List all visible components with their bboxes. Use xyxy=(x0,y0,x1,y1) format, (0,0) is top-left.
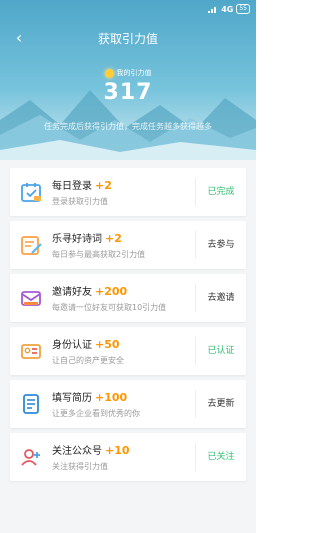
status-bar: 4G 55 xyxy=(0,4,256,16)
network-type: 4G xyxy=(221,4,234,14)
page-title: 获取引力值 xyxy=(97,32,158,46)
task-desc: 让更多企业看到优秀的你 xyxy=(52,409,140,418)
task-name: 身份认证 +50 xyxy=(52,338,120,351)
battery-icon: 55 xyxy=(236,4,250,14)
task-desc: 每邀请一位好友可获取10引力值 xyxy=(52,303,167,312)
task-name: 关注公众号 +10 xyxy=(52,444,130,457)
task-name: 乐寻好诗词 +2 xyxy=(52,232,122,245)
id-card-icon xyxy=(21,344,41,359)
task-name: 填写简历 +100 xyxy=(52,391,128,404)
task-card: 填写简历 +100 让更多企业看到优秀的你 去更新 xyxy=(10,380,246,428)
task-action-button[interactable]: 去更新 xyxy=(196,380,246,428)
task-card: 每日登录 +2 登录获取引力值 已完成 xyxy=(10,168,246,216)
task-name: 每日登录 +2 xyxy=(52,179,112,192)
task-action-button[interactable]: 已认证 xyxy=(196,327,246,375)
header: 4G 55 ‹ 获取引力值 我的引力值 317 任务完成后获得引力值，完成任务越… xyxy=(0,0,256,160)
follow-user-icon xyxy=(21,449,40,466)
task-points: +10 xyxy=(105,444,130,457)
task-points: +100 xyxy=(95,391,128,404)
invite-mail-icon xyxy=(21,291,41,306)
screen: 4G 55 ‹ 获取引力值 我的引力值 317 任务完成后获得引力值，完成任务越… xyxy=(0,0,256,533)
sun-icon xyxy=(104,68,114,78)
task-desc: 关注获得引力值 xyxy=(52,462,108,471)
task-card: 身份认证 +50 让自己的资产更安全 已认证 xyxy=(10,327,246,375)
task-points: +50 xyxy=(95,338,120,351)
score-label-text: 我的引力值 xyxy=(116,69,152,77)
resume-icon xyxy=(23,394,39,414)
score-tip: 任务完成后获得引力值，完成任务越多获得越多 xyxy=(44,122,212,131)
task-card: 关注公众号 +10 关注获得引力值 已关注 xyxy=(10,433,246,481)
task-name: 邀请好友 +200 xyxy=(52,285,128,298)
task-points: +2 xyxy=(95,179,112,192)
task-card: 乐寻好诗词 +2 每日参与最高获取2引力值 去参与 xyxy=(10,221,246,269)
back-icon[interactable]: ‹ xyxy=(10,28,28,48)
task-card: 邀请好友 +200 每邀请一位好友可获取10引力值 去邀请 xyxy=(10,274,246,322)
task-action-button[interactable]: 去邀请 xyxy=(196,274,246,322)
score-value: 317 xyxy=(103,80,153,105)
task-action-button[interactable]: 已完成 xyxy=(196,168,246,216)
task-desc: 让自己的资产更安全 xyxy=(52,356,124,365)
score-label: 我的引力值 xyxy=(0,68,256,78)
task-points: +200 xyxy=(95,285,128,298)
navbar: ‹ 获取引力值 xyxy=(0,28,256,48)
task-desc: 每日参与最高获取2引力值 xyxy=(52,250,146,259)
calendar-check-icon xyxy=(21,183,41,202)
task-action-button[interactable]: 已关注 xyxy=(196,433,246,481)
task-points: +2 xyxy=(105,232,122,245)
signal-icon xyxy=(208,7,217,13)
poem-pen-icon xyxy=(21,236,42,255)
task-desc: 登录获取引力值 xyxy=(52,197,108,206)
task-action-button[interactable]: 去参与 xyxy=(196,221,246,269)
